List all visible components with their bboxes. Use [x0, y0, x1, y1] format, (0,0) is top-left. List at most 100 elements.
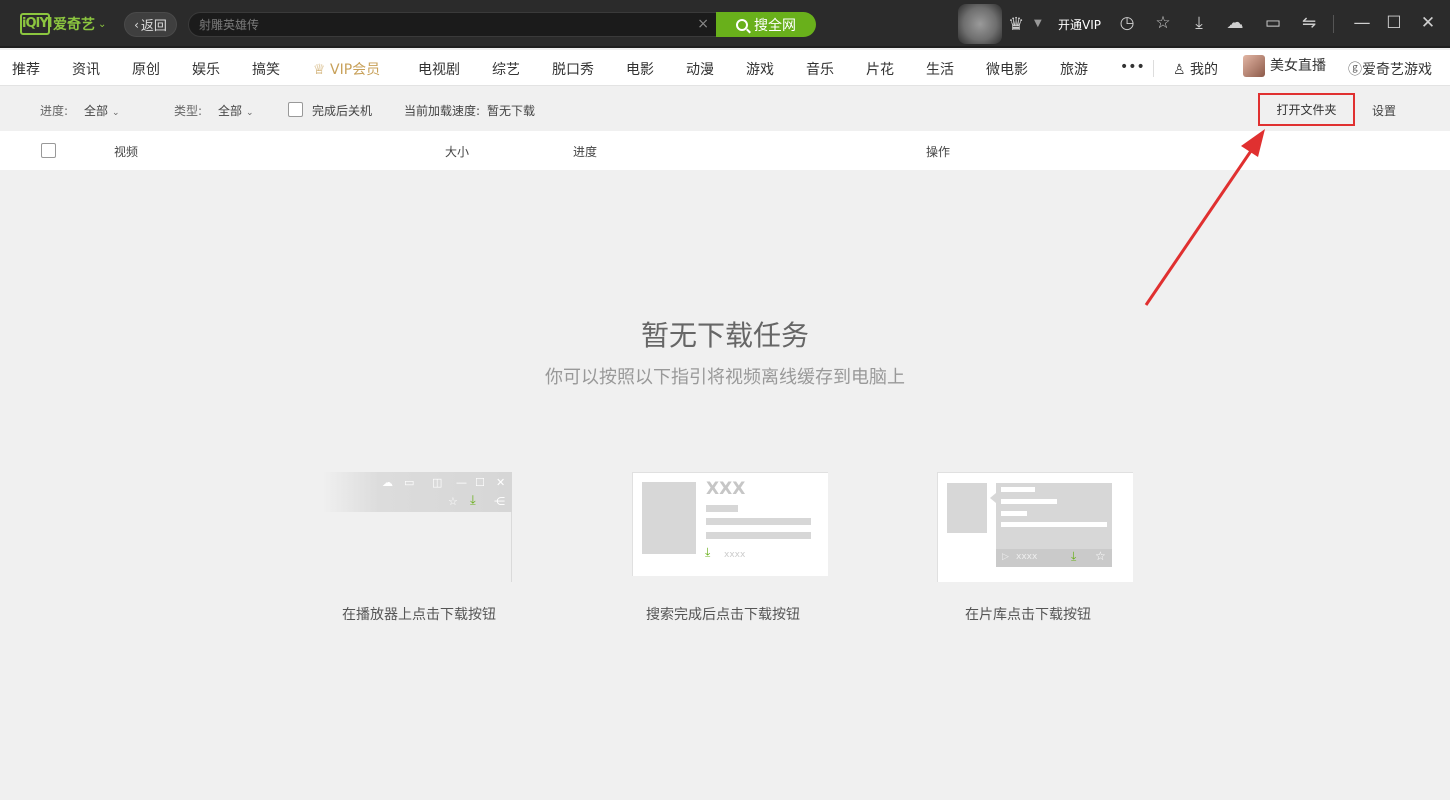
nav-mine[interactable]: ♙ 我的	[1173, 59, 1218, 79]
settings-button[interactable]: 设置	[1372, 102, 1396, 119]
guide-search-illustration: XXX ⤓ xxxx	[632, 472, 828, 576]
mini-mode-icon: ◫	[432, 476, 443, 489]
live-avatar	[1243, 55, 1265, 77]
minimize-icon[interactable]: —	[1352, 13, 1372, 33]
guide-caption-library: 在片库点击下载按钮	[965, 607, 1091, 623]
download-icon: ⤓	[705, 545, 711, 559]
small-placeholder: xxxx	[724, 550, 746, 560]
nav-item-vip-label: VIP会员	[330, 62, 381, 78]
guide-caption-search: 搜索完成后点击下载按钮	[646, 607, 800, 623]
chevron-left-icon: ‹	[134, 17, 139, 32]
nav-item-talkshow[interactable]: 脱口秀	[552, 59, 594, 79]
guide-library-illustration: ▷ xxxx ⤓ ☆	[937, 472, 1133, 582]
column-size: 大小	[445, 145, 470, 159]
nav-item-movie[interactable]: 电影	[626, 59, 654, 79]
text-line	[706, 518, 811, 525]
nav-item-microfilm[interactable]: 微电影	[986, 59, 1028, 79]
user-avatar[interactable]	[958, 4, 1002, 44]
nav-item-anime[interactable]: 动漫	[686, 59, 714, 79]
text-line	[1001, 499, 1057, 504]
chevron-down-icon: ⌄	[98, 18, 107, 30]
select-all-checkbox[interactable]	[41, 143, 56, 158]
user-icon: ♙	[1173, 62, 1186, 78]
nav-live-label: 美女直播	[1270, 58, 1326, 74]
open-folder-button[interactable]: 打开文件夹	[1258, 93, 1355, 126]
play-icon: ▷	[1002, 552, 1009, 562]
minimize-icon: —	[456, 476, 467, 489]
empty-title: 暂无下载任务	[640, 319, 809, 352]
crown-icon: ♕	[313, 62, 326, 78]
poster-placeholder	[947, 483, 987, 533]
download-icon: ⤓	[1071, 549, 1077, 563]
game-logo-icon: ⓖ	[1348, 62, 1362, 78]
small-placeholder: xxxx	[1016, 552, 1038, 562]
nav-item-vip[interactable]: ♕ VIP会员	[313, 59, 380, 79]
shutdown-label: 完成后关机	[312, 104, 373, 118]
logo-mark: iQIYI	[20, 13, 53, 35]
nav-item-music[interactable]: 音乐	[806, 59, 834, 79]
nav-item-funny[interactable]: 搞笑	[252, 59, 280, 79]
nav-games-label: 爱奇艺游戏	[1362, 62, 1432, 78]
logo-text: 爱奇艺	[53, 17, 95, 33]
progress-filter-value: 全部	[84, 104, 109, 118]
player-frame	[322, 512, 512, 582]
text-line	[1001, 487, 1035, 492]
empty-subtitle: 你可以按照以下指引将视频离线缓存到电脑上	[545, 367, 905, 388]
message-icon[interactable]: ▭	[1263, 13, 1283, 33]
progress-filter-label: 进度:	[40, 104, 69, 118]
nav-mine-label: 我的	[1190, 62, 1219, 78]
maximize-icon[interactable]: ☐	[1384, 13, 1404, 33]
nav-item-tv[interactable]: 电视剧	[418, 59, 460, 79]
nav-item-variety[interactable]: 综艺	[492, 59, 520, 79]
search-box: ×	[188, 12, 718, 37]
nav-games[interactable]: ⓖ爱奇艺游戏	[1348, 59, 1432, 79]
download-icon[interactable]: ⤓	[1189, 13, 1209, 33]
column-actions: 操作	[926, 145, 951, 159]
title-placeholder: XXX	[706, 479, 746, 499]
close-icon: ✕	[496, 476, 506, 489]
switch-icon[interactable]: ⇋	[1299, 13, 1319, 33]
type-filter-label: 类型:	[174, 104, 203, 118]
text-line	[1001, 522, 1107, 527]
clear-icon[interactable]: ×	[697, 16, 709, 32]
nav-item-trailer[interactable]: 片花	[866, 59, 894, 79]
nav-item-original[interactable]: 原创	[132, 59, 160, 79]
nav-item-travel[interactable]: 旅游	[1060, 59, 1088, 79]
download-icon: ⤓	[470, 493, 476, 508]
shutdown-checkbox[interactable]	[288, 102, 303, 117]
guide-player-illustration: ☁ ▭ ◫ — ☐ ✕ ☆ ⤓ ⋲	[322, 472, 512, 582]
open-vip-link[interactable]: 开通VIP	[1058, 16, 1101, 33]
star-icon[interactable]: ☆	[1153, 13, 1173, 33]
maximize-icon: ☐	[475, 476, 485, 489]
star-icon: ☆	[1095, 549, 1106, 563]
poster-placeholder	[642, 482, 696, 554]
progress-filter-dropdown[interactable]: 全部 ⌄	[84, 102, 120, 119]
search-input[interactable]	[199, 17, 679, 32]
table-header: 视频 大小 进度 操作	[0, 131, 1450, 170]
search-button[interactable]: 搜全网	[716, 12, 816, 37]
nav-item-life[interactable]: 生活	[926, 59, 954, 79]
close-icon[interactable]: ✕	[1418, 13, 1438, 33]
crown-icon[interactable]: ♛	[1008, 14, 1024, 35]
more-icon[interactable]: •••	[1120, 59, 1145, 75]
nav-item-game[interactable]: 游戏	[746, 59, 774, 79]
nav-item-recommend[interactable]: 推荐	[12, 59, 40, 79]
speed-value: 暂无下载	[487, 104, 536, 118]
nav-item-entertainment[interactable]: 娱乐	[192, 59, 220, 79]
share-icon: ⋲	[494, 495, 505, 508]
history-icon[interactable]: ◷	[1117, 13, 1137, 33]
nav-live[interactable]: 美女直播	[1243, 55, 1326, 77]
text-line	[1001, 511, 1027, 516]
nav-item-news[interactable]: 资讯	[72, 59, 100, 79]
back-label: 返回	[140, 19, 167, 34]
search-icon	[736, 18, 748, 31]
category-nav: 推荐 资讯 原创 娱乐 搞笑 ♕ VIP会员 电视剧 综艺 脱口秀 电影 动漫 …	[0, 50, 1450, 86]
dropdown-caret-icon[interactable]: ▼	[1034, 18, 1042, 29]
app-logo[interactable]: iQIYI 爱奇艺 ⌄	[20, 12, 106, 36]
nav-divider	[1153, 60, 1154, 77]
back-button[interactable]: ‹ 返回	[124, 12, 177, 37]
title-bar: iQIYI 爱奇艺 ⌄ ‹ 返回 × 搜全网 ♛ ▼ 开通VIP ◷ ☆ ⤓ ☁…	[0, 0, 1450, 48]
speed-label: 当前加载速度:	[404, 104, 481, 118]
cloud-icon[interactable]: ☁	[1225, 13, 1245, 33]
type-filter-dropdown[interactable]: 全部 ⌄	[218, 102, 254, 119]
